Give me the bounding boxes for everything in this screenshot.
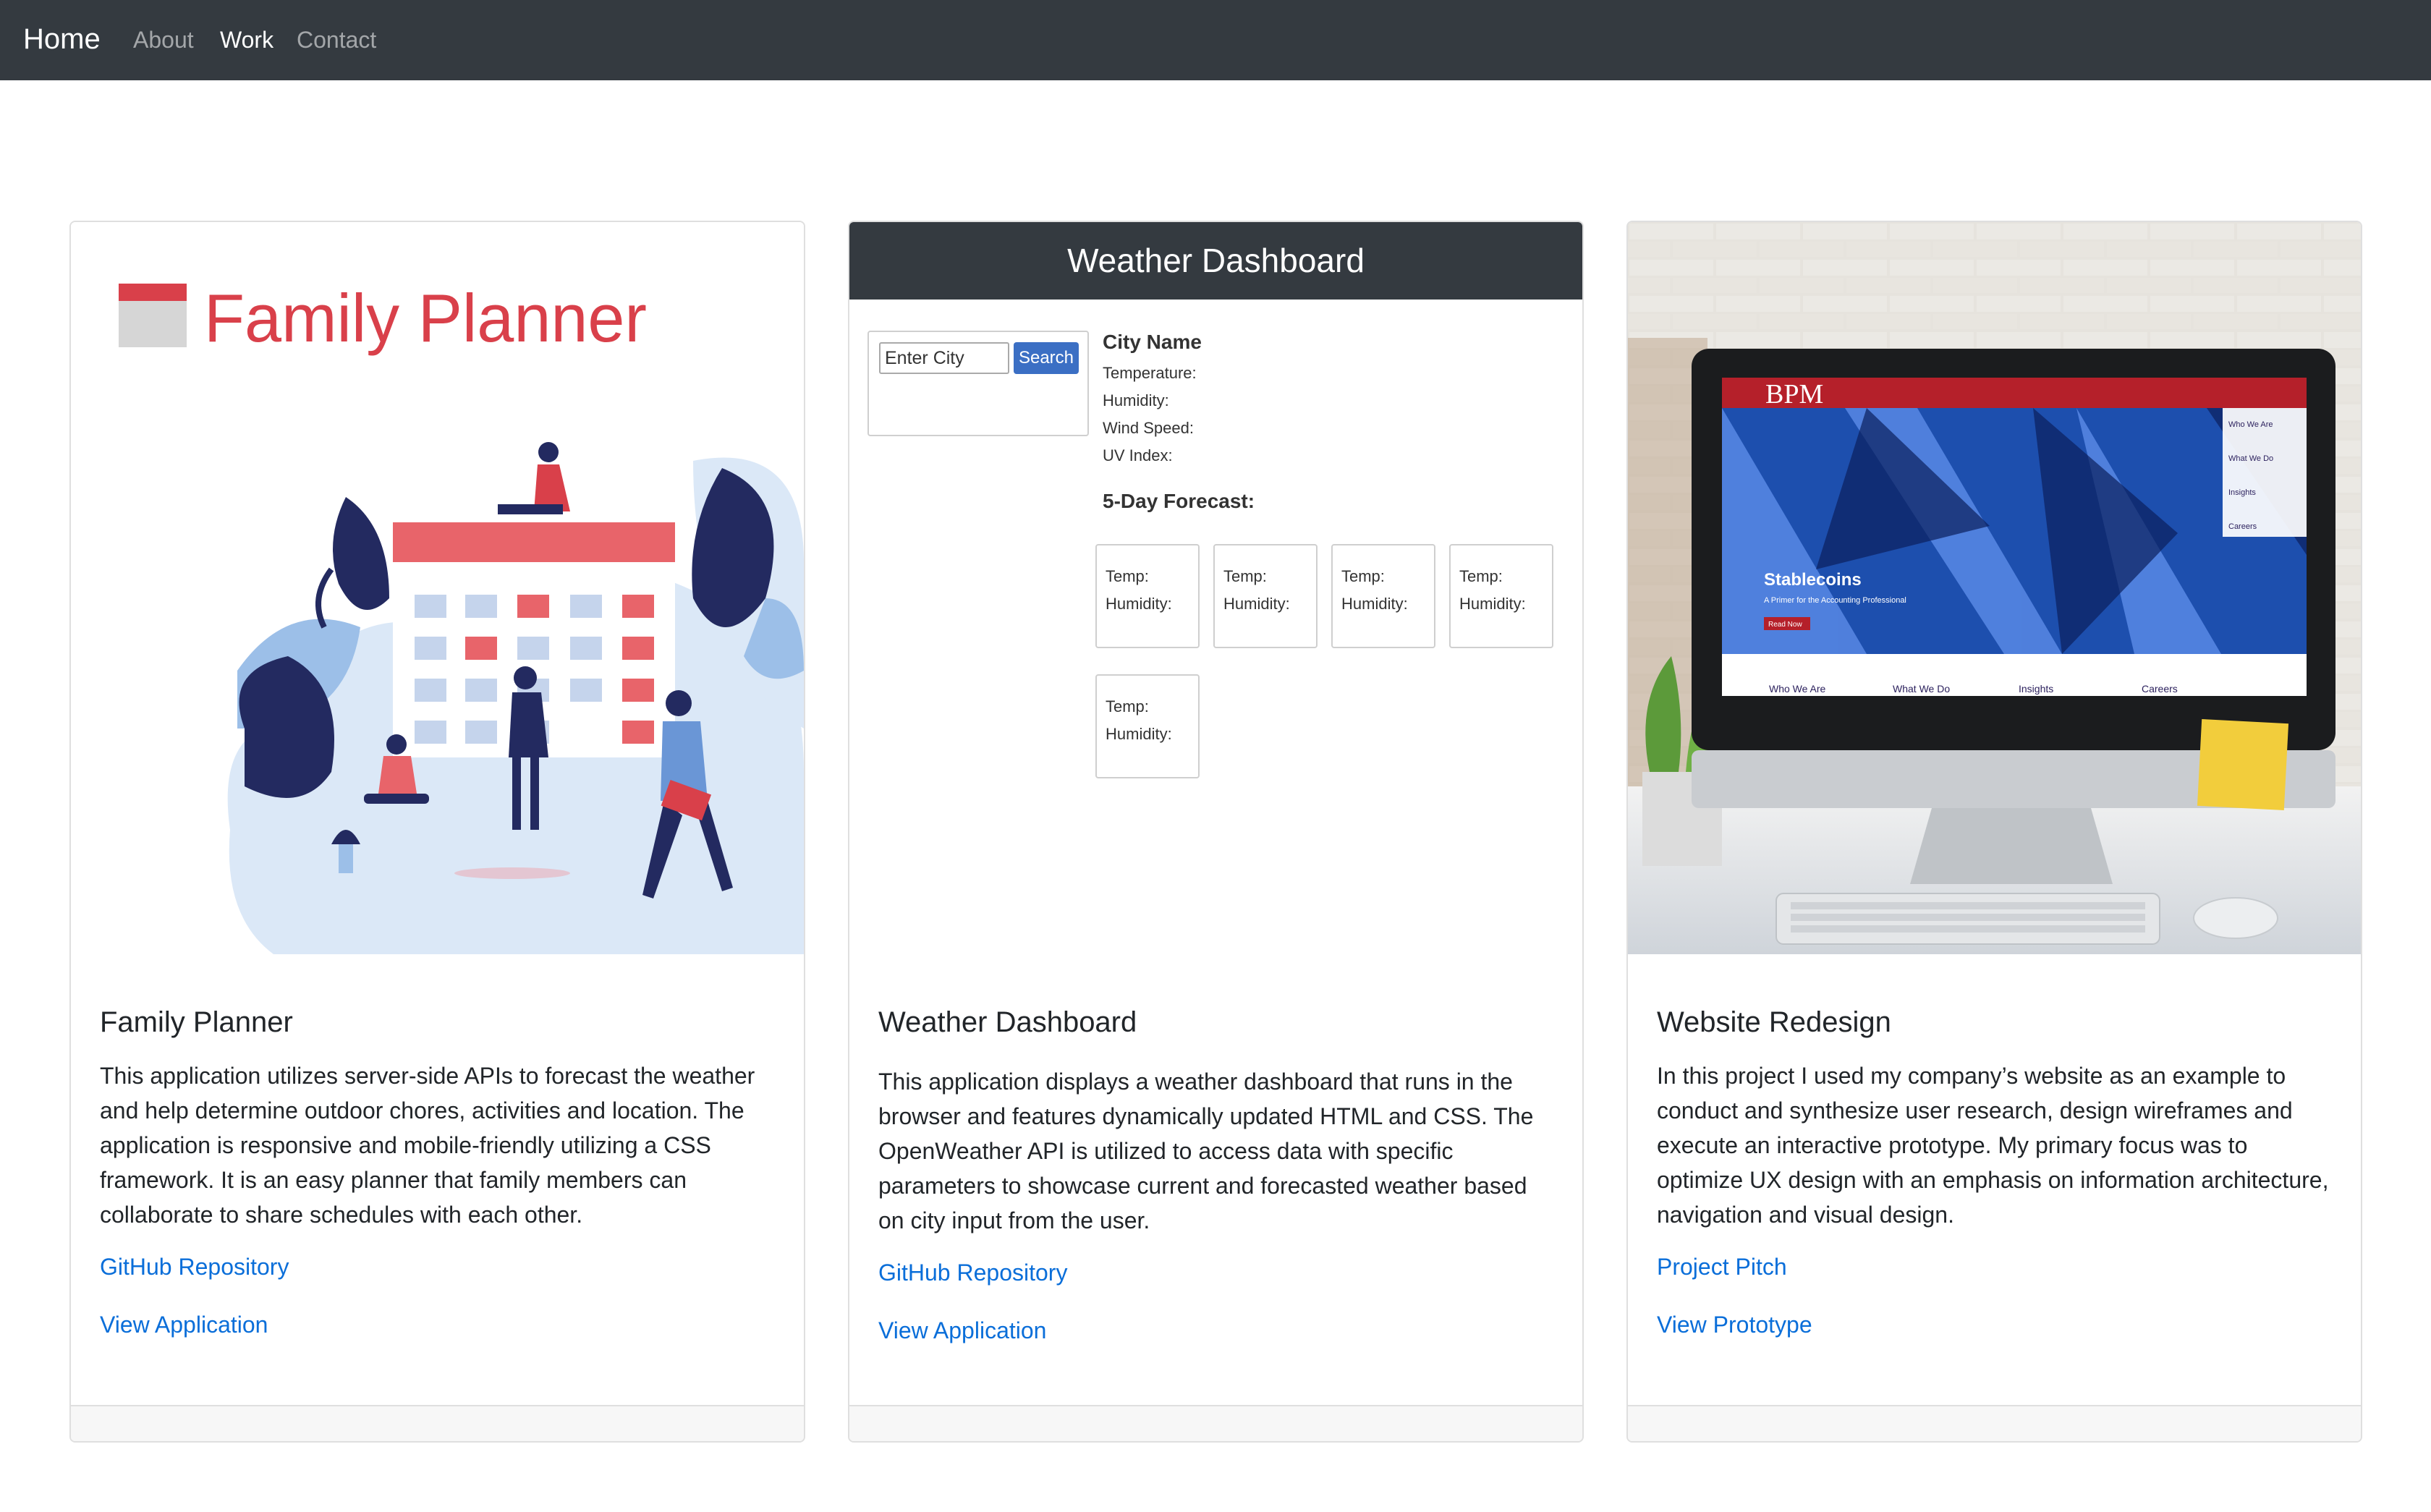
forecast-temp: Temp:: [1106, 567, 1149, 585]
bpm-menu-item: Careers: [2228, 522, 2257, 531]
forecast-humidity: Humidity:: [1106, 725, 1172, 743]
view-application-link[interactable]: View Application: [100, 1307, 780, 1342]
forecast-temp: Temp:: [1223, 567, 1267, 585]
bpm-bottom-item: Careers: [2142, 683, 2178, 695]
forecast-temp: Temp:: [1106, 697, 1149, 715]
weather-dashboard-image: Weather Dashboard Enter City Search City…: [849, 222, 1582, 954]
project-card-website-redesign: BPM Who We Are What We Do Insights Caree…: [1626, 221, 2362, 1443]
bpm-bottom-item: Insights: [2019, 683, 2053, 695]
bpm-menu-item: What We Do: [2228, 454, 2273, 463]
forecast-humidity: Humidity:: [1106, 595, 1172, 613]
weather-mock-search-panel: Enter City Search: [867, 331, 1089, 436]
forecast-box: Temp: Humidity:: [1449, 544, 1553, 648]
nav-about[interactable]: About: [133, 27, 194, 54]
family-planner-image: Family Planner: [71, 222, 804, 954]
project-pitch-link[interactable]: Project Pitch: [1657, 1249, 2337, 1284]
weather-mock-city-input: Enter City: [879, 342, 1009, 374]
card-body: Website Redesign In this project I used …: [1657, 1005, 2337, 1365]
navbar: Home About Work Contact: [0, 0, 2431, 80]
view-application-link[interactable]: View Application: [878, 1313, 1558, 1348]
bpm-hero-title: Stablecoins: [1764, 570, 1862, 590]
weather-mock-header: Weather Dashboard: [849, 222, 1582, 300]
card-text: This application displays a weather dash…: [878, 1069, 1534, 1233]
weather-mock-humidity: Humidity:: [1103, 391, 1169, 409]
nav-home[interactable]: Home: [23, 23, 101, 56]
forecast-humidity: Humidity:: [1341, 595, 1408, 613]
bpm-bottom-item: What We Do: [1893, 683, 1950, 695]
bpm-hero-subtitle: A Primer for the Accounting Professional: [1764, 596, 1906, 605]
weather-mock-temperature: Temperature:: [1103, 364, 1197, 382]
card-title: Family Planner: [100, 1006, 293, 1038]
project-card-weather-dashboard: Weather Dashboard Enter City Search City…: [848, 221, 1584, 1443]
bpm-logo-text: BPM: [1765, 379, 1823, 409]
weather-mock-search-button: Search: [1014, 342, 1079, 374]
card-title: Website Redesign: [1657, 1006, 1891, 1038]
project-card-family-planner: Family Planner Family Planner This appli…: [69, 221, 805, 1443]
card-footer: [849, 1405, 1582, 1441]
website-redesign-image: BPM Who We Are What We Do Insights Caree…: [1628, 222, 2361, 954]
forecast-box: Temp: Humidity:: [1095, 674, 1200, 778]
card-footer: [1628, 1405, 2361, 1441]
weather-mock-wind: Wind Speed:: [1103, 419, 1194, 437]
weather-mock-forecast-title: 5-Day Forecast:: [1103, 490, 1255, 512]
nav-contact[interactable]: Contact: [297, 27, 376, 54]
family-planner-logo-text: Family Planner: [204, 280, 647, 356]
view-prototype-link[interactable]: View Prototype: [1657, 1307, 2337, 1342]
github-repository-link[interactable]: GitHub Repository: [878, 1255, 1558, 1290]
bpm-bottom-item: Who We Are: [1769, 683, 1826, 695]
forecast-humidity: Humidity:: [1223, 595, 1290, 613]
forecast-temp: Temp:: [1341, 567, 1385, 585]
weather-mock-uv: UV Index:: [1103, 446, 1173, 464]
forecast-temp: Temp:: [1459, 567, 1503, 585]
bpm-menu-item: Who We Are: [2228, 420, 2273, 429]
nav-work[interactable]: Work: [220, 27, 273, 54]
card-text: In this project I used my company’s webs…: [1657, 1063, 2329, 1228]
card-footer: [71, 1405, 804, 1441]
card-body: Family Planner This application utilizes…: [100, 1005, 780, 1365]
bpm-hero-button: Read Now: [1768, 621, 1802, 629]
forecast-box: Temp: Humidity:: [1213, 544, 1318, 648]
weather-mock-city: City Name: [1103, 331, 1202, 353]
card-text: This application utilizes server-side AP…: [100, 1063, 755, 1228]
forecast-box: Temp: Humidity:: [1331, 544, 1435, 648]
card-title: Weather Dashboard: [878, 1006, 1137, 1038]
forecast-humidity: Humidity:: [1459, 595, 1526, 613]
github-repository-link[interactable]: GitHub Repository: [100, 1249, 780, 1284]
bpm-menu-item: Insights: [2228, 488, 2256, 497]
forecast-box: Temp: Humidity:: [1095, 544, 1200, 648]
card-body: Weather Dashboard This application displ…: [878, 1005, 1558, 1371]
